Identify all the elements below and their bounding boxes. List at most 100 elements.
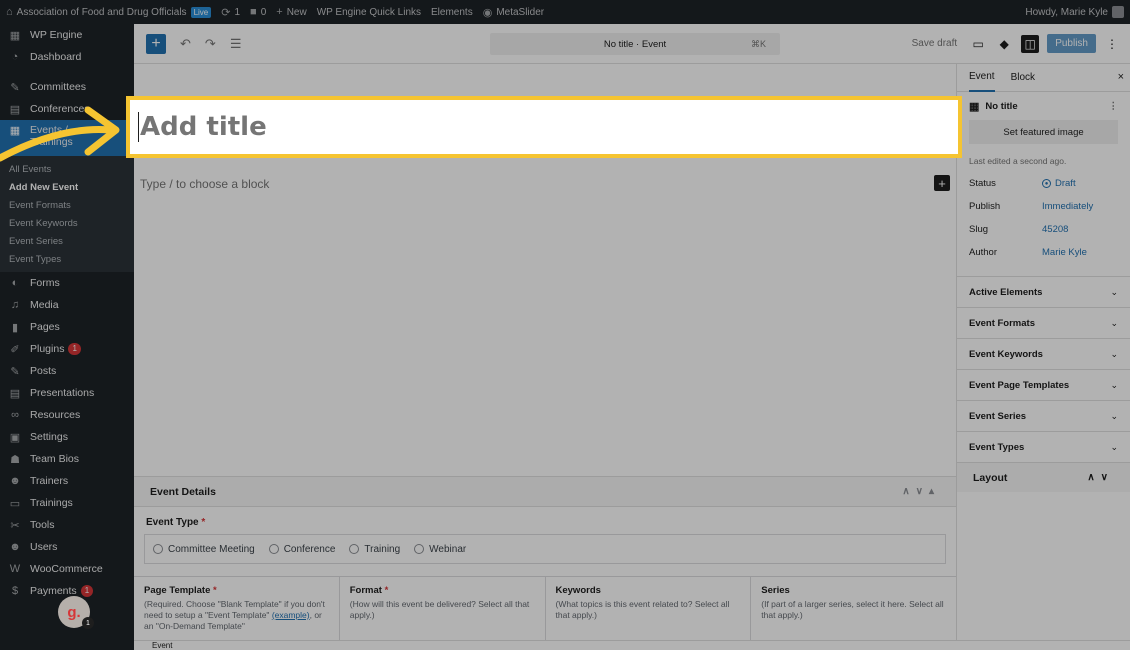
shortcut-hint: ⌘K xyxy=(750,38,766,49)
submenu-event-series[interactable]: Event Series xyxy=(0,232,134,250)
undo-icon[interactable]: ↶ xyxy=(180,36,191,52)
panel-active-elements[interactable]: Active Elements ⌄ xyxy=(957,276,1130,307)
tab-block[interactable]: Block xyxy=(1011,64,1035,92)
publish-button[interactable]: Publish xyxy=(1047,34,1096,53)
sidebar-item-settings[interactable]: ▣ Settings xyxy=(0,426,134,448)
close-icon[interactable]: × xyxy=(1118,71,1124,83)
settings-panel-icon[interactable]: ◫ xyxy=(1021,34,1040,53)
pin-icon: ✎ xyxy=(10,81,20,94)
sidebar-item-team-bios[interactable]: ☗ Team Bios xyxy=(0,448,134,470)
panel-event-types[interactable]: Event Types ⌄ xyxy=(957,431,1130,462)
radio-circle-icon xyxy=(153,544,163,554)
sidebar-item-trainers[interactable]: ☻ Trainers xyxy=(0,470,134,492)
forms-icon: ◐ xyxy=(11,277,19,289)
example-link[interactable]: (example) xyxy=(272,610,310,620)
media-icon: ♫ xyxy=(10,299,20,311)
wrench-icon: ✂ xyxy=(10,519,20,532)
sidebar-item-resources[interactable]: ∞ Resources xyxy=(0,404,134,426)
event-details-metabox: Event Details ∧∨▴ Event Type * Committee… xyxy=(134,476,956,640)
radio-conference[interactable]: Conference xyxy=(268,544,335,555)
panel-event-page-templates[interactable]: Event Page Templates ⌄ xyxy=(957,369,1130,400)
radio-committee-meeting[interactable]: Committee Meeting xyxy=(153,544,255,555)
submenu-event-types[interactable]: Event Types xyxy=(0,250,134,268)
redo-icon[interactable]: ↷ xyxy=(205,36,216,52)
series-column: Series (If part of a larger series, sele… xyxy=(761,585,944,620)
sidebar-item-trainings[interactable]: ▭ Trainings xyxy=(0,492,134,514)
sidebar-item-tools[interactable]: ✂ Tools xyxy=(0,514,134,536)
draft-status-icon: ● xyxy=(1042,179,1051,188)
sidebar-item-presentations[interactable]: ▤ Presentations xyxy=(0,382,134,404)
add-block-button[interactable]: + xyxy=(146,33,166,54)
site-name-link[interactable]: ⌂ Association of Food and Drug Officials… xyxy=(6,6,212,18)
pin-icon: ✎ xyxy=(10,365,20,378)
preview-icon[interactable]: ▭ xyxy=(969,35,987,53)
updates-icon: ⟳ xyxy=(221,6,231,19)
format-column: Format * (How will this event be deliver… xyxy=(340,577,546,640)
metaslider-menu[interactable]: ◉ MetaSlider xyxy=(483,6,544,19)
new-content-link[interactable]: + New xyxy=(276,6,306,18)
elements-icon[interactable]: ◆ xyxy=(995,35,1013,53)
sidebar-item-woocommerce[interactable]: W WooCommerce xyxy=(0,558,134,580)
panel-event-keywords[interactable]: Event Keywords ⌄ xyxy=(957,338,1130,369)
radio-training[interactable]: Training xyxy=(349,544,400,555)
sidebar-item-wp-engine[interactable]: ▦ WP Engine xyxy=(0,24,134,46)
publish-date-toggle[interactable]: Immediately xyxy=(1042,201,1093,212)
submenu-event-keywords[interactable]: Event Keywords xyxy=(0,214,134,232)
sidebar-item-plugins[interactable]: ✐ Plugins 1 xyxy=(0,338,134,360)
user-icon: ☻ xyxy=(9,475,21,487)
metabox-header[interactable]: Event Details ∧∨▴ xyxy=(134,477,956,507)
elements-menu[interactable]: Elements xyxy=(431,7,473,18)
comments-link[interactable]: ■ 0 xyxy=(250,6,266,18)
title-input[interactable]: Add title xyxy=(138,112,267,142)
set-featured-image-button[interactable]: Set featured image xyxy=(969,120,1118,144)
event-type-options: Committee Meeting Conference Training We… xyxy=(144,534,946,564)
block-breadcrumb: Event xyxy=(134,640,1130,650)
document-icon: ▤ xyxy=(9,387,21,400)
editor-header: + ↶ ↷ ☰ No title · Event ⌘K Save draft ▭… xyxy=(134,24,1130,64)
author-toggle[interactable]: Marie Kyle xyxy=(1042,247,1087,258)
status-toggle[interactable]: ● Draft xyxy=(1042,178,1076,189)
save-draft-button[interactable]: Save draft xyxy=(912,38,958,49)
sidebar-item-committees[interactable]: ✎ Committees xyxy=(0,76,134,98)
slug-toggle[interactable]: 45208 xyxy=(1042,224,1068,235)
list-view-icon[interactable]: ☰ xyxy=(230,36,242,52)
radio-circle-icon xyxy=(349,544,360,554)
layout-metabox-header[interactable]: Layout ∧∨ xyxy=(957,462,1130,492)
submenu-event-formats[interactable]: Event Formats xyxy=(0,196,134,214)
move-arrows-icon[interactable]: ∧∨ xyxy=(1087,472,1114,483)
tab-event[interactable]: Event xyxy=(969,64,995,92)
plus-icon: + xyxy=(276,6,283,18)
author-row: Author Marie Kyle xyxy=(969,247,1087,258)
guide-count-badge: 1 xyxy=(82,617,94,629)
dashboard-icon: ◔ xyxy=(11,51,19,63)
radio-webinar[interactable]: Webinar xyxy=(414,544,466,555)
inline-add-block-button[interactable]: + xyxy=(934,175,950,191)
chevron-down-icon: ⌄ xyxy=(1110,348,1118,359)
chevron-down-icon: ⌄ xyxy=(1110,441,1118,452)
panel-event-series[interactable]: Event Series ⌄ xyxy=(957,400,1130,431)
block-placeholder[interactable]: Type / to choose a block xyxy=(140,177,269,191)
sidebar-item-dashboard[interactable]: ◔ Dashboard xyxy=(0,46,134,68)
panel-event-formats[interactable]: Event Formats ⌄ xyxy=(957,307,1130,338)
plugin-icon: ✐ xyxy=(10,343,20,356)
more-options-icon[interactable]: ⋮ xyxy=(1106,37,1118,51)
plugins-badge: 1 xyxy=(68,343,81,355)
quick-links-menu[interactable]: WP Engine Quick Links xyxy=(317,7,421,18)
sidebar-item-posts[interactable]: ✎ Posts xyxy=(0,360,134,382)
more-options-icon[interactable]: ⋮ xyxy=(1109,101,1119,112)
pages-icon: ▮ xyxy=(11,321,19,334)
sidebar-item-pages[interactable]: ▮ Pages xyxy=(0,316,134,338)
document-bar[interactable]: No title · Event ⌘K xyxy=(490,33,780,55)
keywords-column: Keywords (What topics is this event rela… xyxy=(546,577,752,640)
metabox-move-arrows-icon[interactable]: ∧∨▴ xyxy=(902,486,940,497)
plus-icon: + xyxy=(938,175,946,191)
user-account-menu[interactable]: Howdy, Marie Kyle xyxy=(1025,6,1124,18)
updates-link[interactable]: ⟳ 1 xyxy=(221,6,240,19)
sidebar-item-forms[interactable]: ◐ Forms xyxy=(0,272,134,294)
user-icon: ☻ xyxy=(9,541,21,553)
slug-row: Slug 45208 xyxy=(969,224,1069,235)
sidebar-item-media[interactable]: ♫ Media xyxy=(0,294,134,316)
title-field-highlight[interactable]: Add title xyxy=(126,96,962,158)
chevron-down-icon: ⌄ xyxy=(1110,317,1118,328)
sidebar-item-users[interactable]: ☻ Users xyxy=(0,536,134,558)
